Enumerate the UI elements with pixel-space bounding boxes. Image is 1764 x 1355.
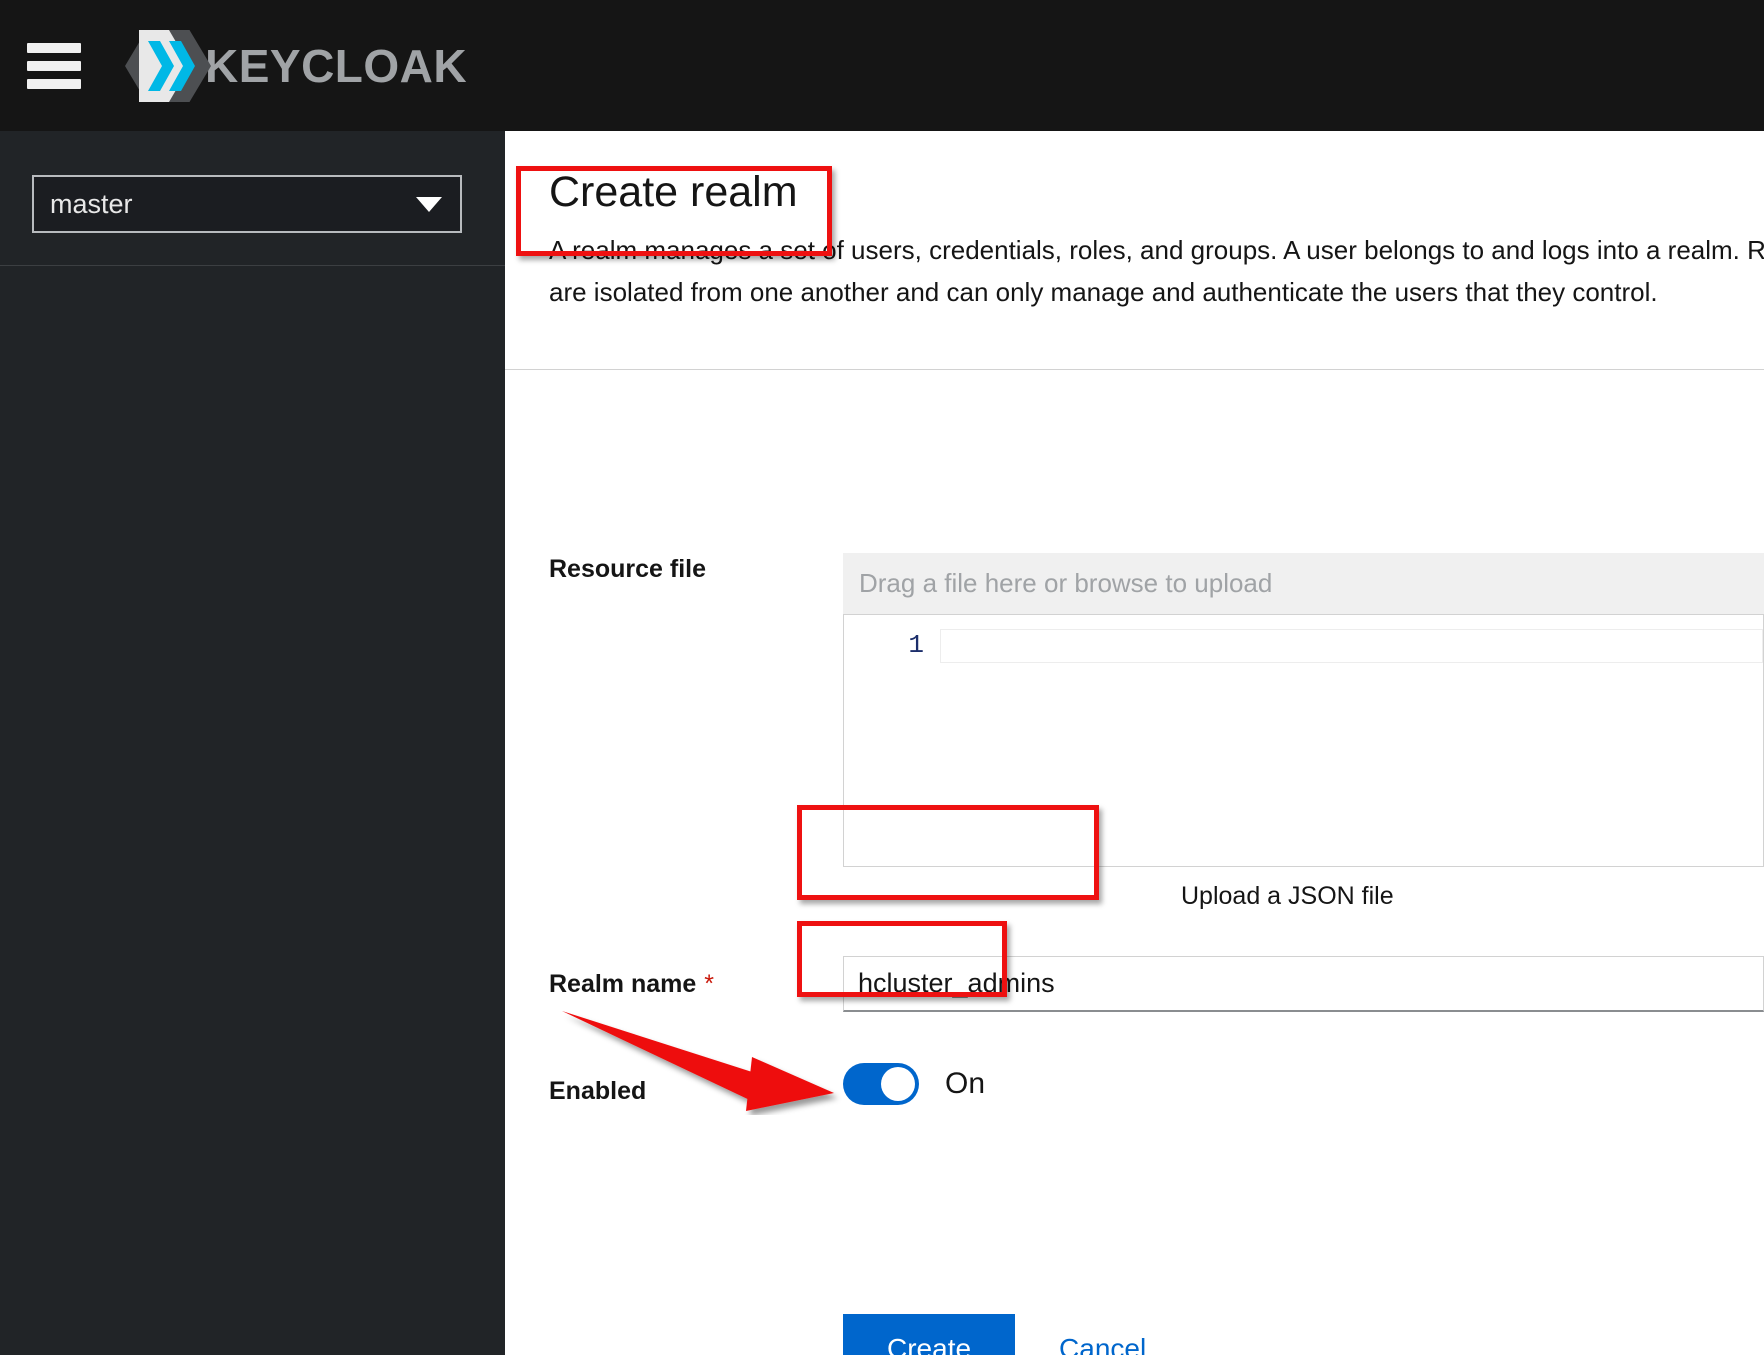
file-upload-control[interactable]: Drag a file here or browse to upload 1 U…: [843, 553, 1764, 910]
page-header: Create realm A realm manages a set of us…: [505, 131, 1764, 339]
brand-wordmark: KEYCLOAK: [205, 39, 468, 92]
required-asterisk: *: [704, 970, 715, 998]
toggle-knob: [881, 1067, 915, 1101]
realm-name-input-wrap: [843, 956, 1764, 1012]
file-dropzone[interactable]: Drag a file here or browse to upload: [843, 553, 1764, 615]
sidebar-divider: [0, 265, 505, 266]
masthead: KEYCLOAK: [0, 0, 1764, 131]
keycloak-hexagon-icon: [125, 28, 211, 104]
hamburger-bar: [27, 60, 81, 71]
hamburger-bar: [27, 42, 81, 53]
hamburger-bar: [27, 78, 81, 89]
page-description: A realm manages a set of users, credenti…: [549, 235, 1764, 307]
code-content-area[interactable]: [940, 629, 1763, 866]
realm-selector-dropdown[interactable]: master: [32, 175, 462, 233]
form-row-realm-name: Realm name *: [505, 956, 1764, 1012]
form-actions: Create Cancel: [843, 1314, 1162, 1355]
enabled-toggle-wrap: On: [843, 1063, 985, 1105]
chevron-down-icon: [416, 196, 442, 212]
hamburger-menu-icon[interactable]: [27, 42, 81, 89]
code-gutter-line-number: 1: [908, 630, 924, 660]
enabled-label: Enabled: [549, 1077, 647, 1105]
sidebar: master: [0, 131, 505, 1355]
header-divider: [505, 369, 1764, 370]
brand-logo-link[interactable]: KEYCLOAK: [125, 28, 468, 104]
realm-selector-value: master: [50, 188, 133, 219]
enabled-toggle-switch[interactable]: [843, 1063, 919, 1105]
realm-name-input[interactable]: [843, 956, 1764, 1012]
file-upload-help-text: Upload a JSON file: [1181, 882, 1394, 910]
form-row-enabled: Enabled On: [505, 1063, 1764, 1106]
cancel-button[interactable]: Cancel: [1043, 1315, 1162, 1355]
enabled-state-label: On: [945, 1067, 986, 1100]
create-button[interactable]: Create: [843, 1314, 1016, 1355]
code-line-1[interactable]: [940, 629, 1763, 663]
page-title: Create realm: [549, 168, 798, 216]
app-root: KEYCLOAK master Create realm A realm man…: [0, 0, 1764, 1355]
json-code-editor[interactable]: 1: [843, 615, 1764, 867]
realm-name-label: Realm name *: [505, 968, 845, 999]
resource-file-label: Resource file: [549, 555, 707, 583]
file-dropzone-placeholder: Drag a file here or browse to upload: [859, 568, 1273, 598]
main-content: Create realm A realm manages a set of us…: [505, 131, 1764, 1355]
form-row-resource-file: Resource file Drag a file here or browse…: [505, 553, 1764, 910]
realm-name-label-text: Realm name: [549, 970, 697, 998]
